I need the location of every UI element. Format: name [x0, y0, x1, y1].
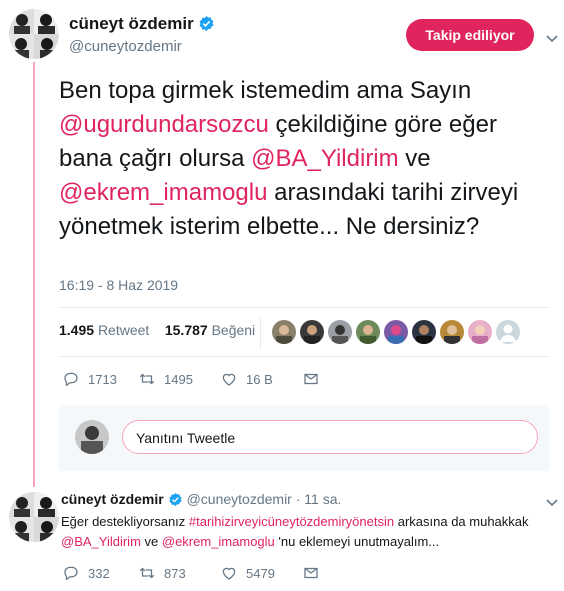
tweet-text-part: arkasına da muhakkak	[394, 514, 529, 529]
reply-icon	[64, 566, 78, 581]
current-user-avatar	[75, 420, 109, 454]
like-count: 15.787	[164, 322, 208, 338]
retweet-icon	[139, 373, 155, 385]
tweet-text-part: ve	[140, 534, 162, 549]
mention-link[interactable]: @ekrem_imamoglu	[162, 534, 275, 549]
retweet-label: Retweet	[97, 322, 150, 338]
tweet-stats: 1.495 Retweet 15.787 Beğeni	[59, 322, 255, 338]
heart-icon	[222, 373, 236, 386]
reply-tweet-header: cüneyt özdemir @cuneytozdemir · 11 sa.	[61, 491, 341, 507]
liker-avatar[interactable]	[356, 320, 380, 344]
like-action[interactable]: 5479	[220, 564, 275, 582]
reply-tweet-text: Eğer destekliyorsanız #tarihizirveyicüne…	[61, 512, 551, 552]
divider	[59, 356, 549, 357]
thread-line	[33, 62, 35, 487]
liker-avatar[interactable]	[328, 320, 352, 344]
mention-link[interactable]: @ekrem_imamoglu	[59, 179, 267, 206]
tweet-actions: 1713 1495 16 B	[62, 370, 362, 390]
reply-input[interactable]: Yanıtını Tweetle	[122, 420, 538, 454]
hashtag-link[interactable]: #tarihizirveyicüneytözdemiryönetsin	[189, 514, 394, 529]
mention-link[interactable]: @ugurdundarsozcu	[59, 111, 269, 138]
stats-divider	[260, 316, 261, 350]
following-button[interactable]: Takip ediliyor	[406, 19, 534, 51]
liker-avatar[interactable]	[468, 320, 492, 344]
retweet-action[interactable]: 1495	[138, 370, 193, 388]
author-name-text[interactable]: cüneyt özdemir	[69, 14, 194, 33]
retweet-count: 1.495	[59, 322, 95, 338]
reply-action[interactable]: 1713	[62, 370, 117, 388]
mail-icon	[304, 373, 318, 385]
default-avatar-icon[interactable]	[496, 320, 520, 344]
reply-action[interactable]: 332	[62, 564, 110, 582]
reply-icon	[64, 372, 78, 387]
like-count-action: 16 B	[246, 371, 273, 387]
retweet-icon	[139, 567, 155, 579]
author-avatar[interactable]	[9, 9, 59, 59]
like-action[interactable]: 16 B	[220, 370, 273, 388]
liker-avatar[interactable]	[440, 320, 464, 344]
retweet-count-action: 873	[164, 565, 186, 581]
reply-time[interactable]: · 11 sa.	[296, 491, 342, 507]
retweet-count-action: 1495	[164, 371, 193, 387]
tweet-text-part: Ben topa girmek istemedim ama Sayın	[59, 77, 472, 104]
reply-count: 332	[88, 565, 110, 581]
verified-icon	[199, 16, 214, 31]
tweet-text-part: Eğer destekliyorsanız	[61, 514, 189, 529]
like-stat[interactable]: 15.787 Beğeni	[165, 322, 255, 338]
liker-avatar[interactable]	[412, 320, 436, 344]
mention-link[interactable]: @BA_Yildirim	[251, 145, 399, 172]
liker-avatar[interactable]	[272, 320, 296, 344]
message-action[interactable]	[302, 564, 320, 582]
author-name[interactable]: cüneyt özdemir	[69, 14, 215, 34]
mail-icon	[304, 567, 318, 579]
liker-avatar[interactable]	[384, 320, 408, 344]
like-count-action: 5479	[246, 565, 275, 581]
tweet-timestamp[interactable]: 16:19 - 8 Haz 2019	[59, 277, 178, 293]
tweet-text-part: 'nu eklemeyi unutmayalım...	[274, 534, 440, 549]
retweet-action[interactable]: 873	[138, 564, 186, 582]
reply-author-name[interactable]: cüneyt özdemir	[61, 491, 164, 507]
author-handle[interactable]: @cuneytozdemir	[69, 38, 182, 55]
liker-avatar[interactable]	[300, 320, 324, 344]
reply-composer: Yanıtını Tweetle	[59, 405, 549, 471]
reply-tweet-actions: 332 873 5479	[62, 564, 362, 584]
like-label: Beğeni	[211, 322, 256, 338]
mention-link[interactable]: @BA_Yildirim	[61, 534, 141, 549]
tweet-text-part: ve	[398, 145, 431, 172]
reply-author-avatar[interactable]	[9, 492, 59, 542]
retweet-stat[interactable]: 1.495 Retweet	[59, 322, 149, 338]
divider	[59, 307, 549, 308]
heart-icon	[222, 567, 236, 580]
chevron-down-icon[interactable]	[545, 31, 559, 45]
tweet-text: Ben topa girmek istemedim ama Sayın @ugu…	[59, 74, 549, 244]
reply-count: 1713	[88, 371, 117, 387]
message-action[interactable]	[302, 370, 320, 388]
reply-author-handle[interactable]: @cuneytozdemir	[187, 491, 292, 507]
chevron-down-icon[interactable]	[545, 495, 559, 509]
verified-icon	[169, 492, 182, 507]
